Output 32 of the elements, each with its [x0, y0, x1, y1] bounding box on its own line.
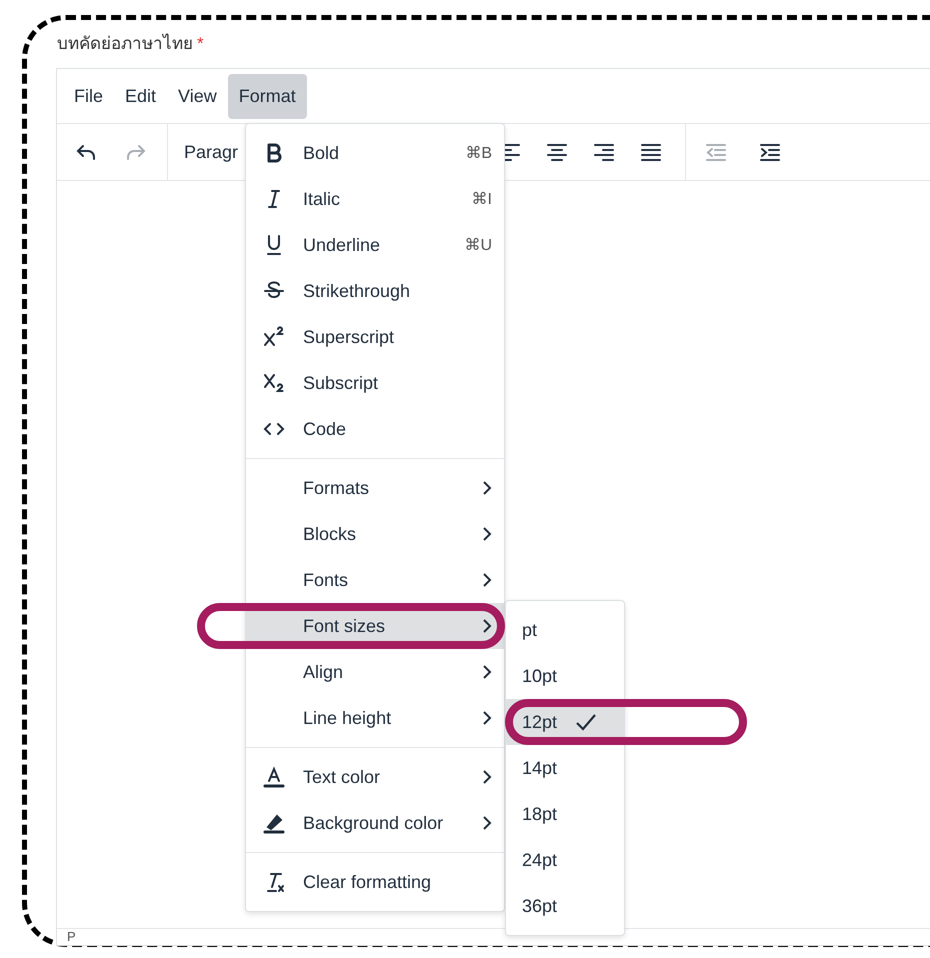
- block-format-select[interactable]: Paragr: [184, 142, 238, 162]
- menu-item[interactable]: 36pt: [506, 883, 624, 929]
- menu-item[interactable]: Line height: [246, 695, 504, 741]
- checkmark-icon: [575, 712, 598, 732]
- menu-item[interactable]: Strikethrough: [246, 268, 504, 314]
- menu-item[interactable]: Superscript: [246, 314, 504, 360]
- menu-item[interactable]: 24pt: [506, 837, 624, 883]
- subscript-icon: [262, 371, 286, 395]
- text-color-icon: [262, 765, 286, 789]
- field-label: บทคัดย่อภาษาไทย *: [57, 32, 204, 55]
- menu-item[interactable]: Background color: [246, 800, 504, 846]
- menu-item[interactable]: Underline ⌘U: [246, 222, 504, 268]
- menu-tab[interactable]: Edit: [114, 74, 168, 118]
- menu-item[interactable]: Clear formatting: [246, 859, 504, 905]
- superscript-icon: [262, 325, 286, 349]
- menu-tab[interactable]: View: [167, 74, 228, 118]
- menu-item[interactable]: Subscript: [246, 360, 504, 406]
- menu-item[interactable]: pt: [506, 607, 624, 653]
- menu-item[interactable]: Italic ⌘I: [246, 176, 504, 222]
- menu-tab[interactable]: File: [63, 74, 114, 118]
- menu-item[interactable]: Fonts: [246, 557, 504, 603]
- menu-tab[interactable]: Format: [228, 74, 307, 118]
- menu-item[interactable]: 10pt: [506, 653, 624, 699]
- menu-item[interactable]: Align: [246, 649, 504, 695]
- menu-item[interactable]: Formats: [246, 465, 504, 511]
- menu-item[interactable]: Bold ⌘B: [246, 130, 504, 176]
- required-mark: *: [197, 34, 204, 53]
- menu-item[interactable]: Text color: [246, 754, 504, 800]
- menu-item[interactable]: Blocks: [246, 511, 504, 557]
- menu-item[interactable]: 14pt: [506, 745, 624, 791]
- menu-item[interactable]: 18pt: [506, 791, 624, 837]
- menu-item[interactable]: Code: [246, 406, 504, 452]
